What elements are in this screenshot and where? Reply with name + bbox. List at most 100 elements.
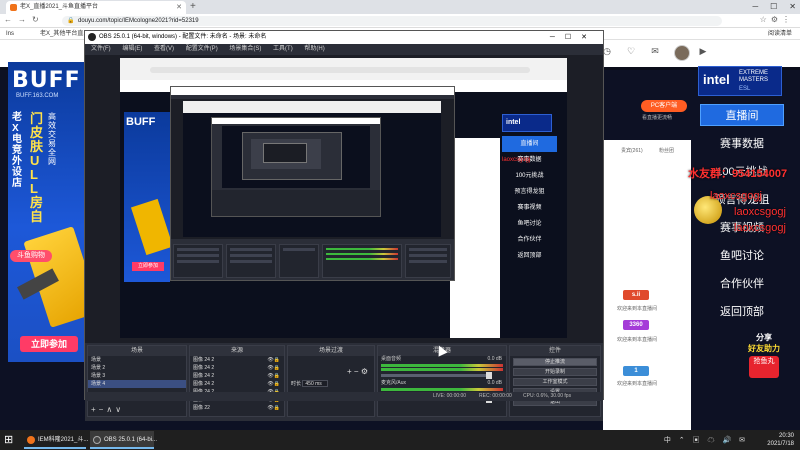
visibility-eye-icon[interactable]: 👁🔒	[267, 404, 280, 412]
forward-icon[interactable]: →	[18, 15, 32, 24]
close-tab-icon[interactable]: ✕	[176, 1, 182, 14]
browser-toolbar-right: ☆⚙⋮	[760, 15, 794, 24]
reload-icon[interactable]: ↻	[32, 15, 45, 24]
transition-plus-minus[interactable]: + − ⚙	[288, 368, 374, 376]
room-tab[interactable]: 粉丝团	[659, 147, 674, 154]
windows-start-icon[interactable]: ⊞	[4, 433, 13, 446]
address-bar[interactable]: 🔒 douyu.com/topic/IEMcologne2021?rid=523…	[62, 16, 722, 26]
transition-controls-icon[interactable]: + − ⚙	[347, 368, 374, 376]
preview-browser-chrome	[120, 58, 567, 80]
menu-icon[interactable]: ⋮	[782, 15, 794, 24]
obs-window-controls[interactable]: ─☐✕	[550, 31, 597, 44]
scene-item[interactable]: 场景	[88, 356, 186, 364]
shop-badge[interactable]: 斗鱼购物	[10, 250, 52, 262]
taskbar-app-obs[interactable]: OBS 25.0.1 (64-bi...	[90, 431, 157, 449]
source-item[interactable]: 图像 24 2 👁🔒	[190, 364, 284, 372]
new-tab-button[interactable]: +	[190, 1, 196, 13]
preview-overlay-text: laoxcsgogj	[502, 157, 531, 163]
obs-cpu-status: CPU: 0.6%, 30.00 fps	[523, 393, 572, 399]
visibility-eye-icon[interactable]: 👁🔒	[267, 372, 280, 380]
bookmark-item[interactable]: Ins	[6, 28, 14, 40]
scene-dock-controls[interactable]: +−∧∨	[91, 405, 124, 414]
share-widget[interactable]: 分享 好友助力 抢鱼丸	[740, 332, 788, 386]
taskbar-app-label: IEM科隆2021_斗...	[38, 437, 89, 443]
esl-logo-line: MASTERS	[739, 77, 769, 83]
volume-slider[interactable]	[381, 372, 492, 379]
nav-buttons: ←→↻	[4, 15, 45, 24]
preview-nested-screen	[222, 126, 370, 188]
pc-client-subtitle: 看直播更流畅	[642, 115, 673, 121]
clock[interactable]: 20:30 2021/7/18	[767, 432, 794, 448]
sources-dock: 来源 图像 24 2 👁🔒 图像 24 2 👁🔒 图像 24 2 👁🔒 图像 24 2…	[189, 345, 285, 417]
language-indicator[interactable]: 中	[664, 437, 674, 444]
mixer-db-value: 0.0 dB	[487, 356, 502, 362]
scene-item[interactable]: 场景 4	[88, 380, 186, 388]
chat-badge: 1	[623, 366, 649, 376]
preview-esl-item: 合作伙伴	[517, 237, 542, 243]
message-icon[interactable]: ✉	[648, 46, 662, 57]
preview-capture: BUFF 立即参加 intel 直播间 赛事数据 100元挑战 预言得龙狙 赛事…	[120, 58, 567, 338]
avatar[interactable]	[674, 45, 690, 61]
source-item[interactable]: 图像 24 2 👁🔒	[190, 380, 284, 388]
room-tab[interactable]: 贵宾(261)	[621, 147, 643, 154]
preview-dock-scenes	[173, 244, 223, 278]
join-button[interactable]: 立即参加	[20, 336, 78, 352]
browser-toolbar: ←→↻ 🔒 douyu.com/topic/IEMcologne2021?rid…	[0, 14, 800, 28]
browser-tab[interactable]: 老X_直播2021_斗鱼直播平台 ✕	[6, 1, 186, 14]
esl-menu-item-live[interactable]: 直播间	[700, 104, 784, 126]
start-recording-button[interactable]: 开始录制	[513, 368, 597, 376]
pc-client-button[interactable]: PC客户端	[641, 100, 687, 112]
star-icon[interactable]: ☆	[760, 15, 771, 24]
obs-menu-scene-collection[interactable]: 场景集合(S)	[229, 46, 261, 52]
overlay-id-text: laoxcsgogj	[734, 206, 786, 218]
system-tray-icons[interactable]: 中 ⌃ ▣ ☁ 🔊 ✉	[664, 435, 748, 445]
transition-duration-input[interactable]: 450 ms	[302, 380, 329, 387]
close-window-icon[interactable]: ✕	[789, 0, 796, 14]
obs-menu-profile[interactable]: 配置文件(P)	[186, 46, 218, 52]
source-item[interactable]: 图像 24 2 👁🔒	[190, 372, 284, 380]
transition-duration-label: 时长	[291, 381, 302, 387]
taskbar-app-browser[interactable]: IEM科隆2021_斗...	[24, 431, 89, 449]
esl-menu-item-data[interactable]: 赛事数据	[700, 130, 784, 158]
visibility-eye-icon[interactable]: 👁🔒	[267, 356, 280, 364]
preview-nested-chrome	[183, 101, 441, 113]
obs-menu-tools[interactable]: 工具(T)	[273, 46, 293, 52]
esl-menu-item-forum[interactable]: 鱼吧讨论	[700, 242, 784, 270]
minimize-icon[interactable]: ─	[752, 0, 758, 14]
live-icon[interactable]: ▶	[696, 46, 710, 57]
mixer-db-value: 0.0 dB	[487, 380, 502, 386]
visibility-eye-icon[interactable]: 👁🔒	[267, 364, 280, 372]
extensions-icon[interactable]: ⚙	[771, 15, 782, 24]
douyu-app-icon	[27, 436, 35, 444]
follow-icon[interactable]: ♡	[624, 46, 638, 57]
douyu-favicon-icon	[10, 4, 17, 11]
obs-menu-file[interactable]: 文件(F)	[91, 46, 111, 52]
maximize-icon[interactable]: ☐	[770, 0, 777, 14]
obs-menu-view[interactable]: 查看(V)	[154, 46, 174, 52]
obs-menu-help[interactable]: 帮助(H)	[304, 46, 324, 52]
buff-ad-banner[interactable]: BUFF BUFF.163.COM 老X电竞外设店 门皮肤ULL房自 高效交易全…	[8, 62, 88, 362]
esl-menu-item-top[interactable]: 返回顶部	[700, 298, 784, 326]
url-text: douyu.com/topic/IEMcologne2021?rid=52319	[78, 18, 199, 24]
window-controls: ─ ☐ ✕	[752, 0, 796, 14]
scene-item[interactable]: 场景 3	[88, 372, 186, 380]
back-icon[interactable]: ←	[4, 15, 18, 24]
source-item[interactable]: 图像 22 👁🔒	[190, 404, 284, 412]
reading-list-link[interactable]: 阅读清单	[768, 28, 792, 40]
volume-slider-knob[interactable]	[486, 372, 492, 379]
bookmark-item[interactable]: 老X_其他平台直...	[40, 28, 88, 40]
clock-date: 2021/7/18	[767, 441, 794, 447]
obs-menu-edit[interactable]: 编辑(E)	[122, 46, 142, 52]
obs-preview[interactable]: BUFF 立即参加 intel 直播间 赛事数据 100元挑战 预言得龙狙 赛事…	[85, 55, 603, 343]
preview-room-panel	[450, 138, 500, 338]
preview-esl-item: 100元挑战	[515, 173, 544, 179]
source-item[interactable]: 图像 24 2 👁🔒	[190, 356, 284, 364]
stop-streaming-button[interactable]: 停止推流	[513, 358, 597, 366]
esl-menu-item-partners[interactable]: 合作伙伴	[700, 270, 784, 298]
studio-mode-button[interactable]: 工作室模式	[513, 378, 597, 386]
visibility-eye-icon[interactable]: 👁🔒	[267, 380, 280, 388]
transitions-dock: 场景过渡 + − ⚙ 时长 450 ms	[287, 345, 375, 417]
scene-item[interactable]: 场景 2	[88, 364, 186, 372]
header-icons: ◷ ♡ ✉ ⤓ ▶	[600, 46, 710, 57]
obs-app-icon	[88, 33, 96, 41]
